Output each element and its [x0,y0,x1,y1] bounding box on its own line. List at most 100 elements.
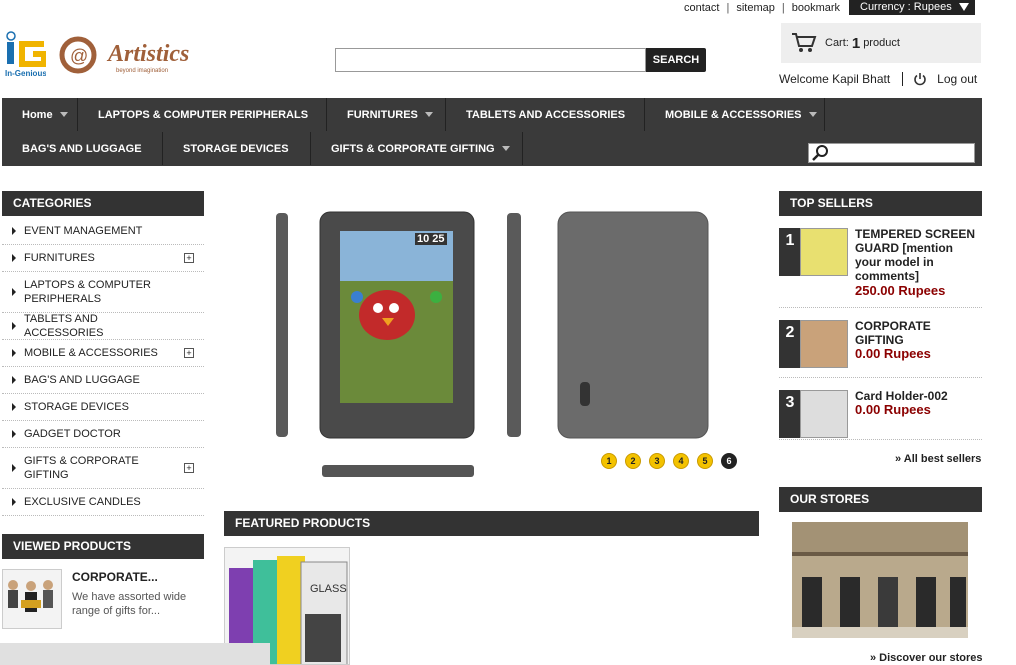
rank-badge: 2 [779,320,801,368]
bullet-arrow-icon [12,322,16,330]
store-photo[interactable] [792,522,968,638]
category-label: LAPTOPS & COMPUTER PERIPHERALS [24,279,151,305]
category-item[interactable]: BAG'S AND LUGGAGE [2,367,204,394]
nav-label: LAPTOPS & COMPUTER PERIPHERALS [98,108,309,121]
expand-icon[interactable]: + [184,348,194,358]
viewed-product-thumbnail[interactable] [2,569,62,629]
top-seller-item[interactable]: 2 CORPORATE GIFTING 0.00 Rupees [779,318,982,378]
welcome-text: Welcome Kapil Bhatt [779,72,891,86]
viewed-product-name[interactable]: CORPORATE... [72,570,158,584]
contact-link[interactable]: contact [684,2,719,14]
nav-label: TABLETS AND ACCESSORIES [466,108,626,121]
bullet-arrow-icon [12,498,16,506]
nav-gifts[interactable]: GIFTS & CORPORATE GIFTING [311,132,523,165]
category-item[interactable]: GIFTS & CORPORATE GIFTING + [2,448,204,489]
currency-selector[interactable]: Currency : Rupees [849,0,975,15]
category-item[interactable]: GADGET DOCTOR [2,421,204,448]
nav-laptops[interactable]: LAPTOPS & COMPUTER PERIPHERALS [78,98,327,131]
nav-storage[interactable]: STORAGE DEVICES [163,132,311,165]
top-seller-price: 250.00 Rupees [855,283,946,298]
bullet-arrow-icon [12,227,16,235]
category-item[interactable]: MOBILE & ACCESSORIES + [2,340,204,367]
bullet-arrow-icon [12,376,16,384]
top-seller-item[interactable]: 1 TEMPERED SCREEN GUARD [mention your mod… [779,226,982,308]
cart-label: Cart: [825,37,849,49]
artistics-logo[interactable]: @ Artistics beyond imagination [58,35,210,77]
search-input[interactable] [335,48,646,72]
nav-furnitures[interactable]: FURNITURES [327,98,446,131]
nav-home[interactable]: Home [2,98,78,131]
category-item[interactable]: TABLETS AND ACCESSORIES [2,313,204,340]
chevron-down-icon [59,112,68,117]
slider-page-dot[interactable]: 4 [673,453,689,469]
chevron-down-icon [501,146,510,151]
rank-badge: 1 [779,228,801,276]
top-seller-name[interactable]: TEMPERED SCREEN GUARD [mention your mode… [855,227,981,283]
slider-page-dot[interactable]: 2 [625,453,641,469]
top-seller-thumbnail[interactable] [800,228,848,276]
bullet-arrow-icon [12,349,16,357]
nav-label: MOBILE & ACCESSORIES [665,108,802,121]
category-label: EVENT MANAGEMENT [24,225,143,237]
bookmark-link[interactable]: bookmark [792,2,840,14]
logout-link[interactable]: Log out [937,72,977,86]
top-seller-price: 0.00 Rupees [855,402,931,417]
featured-products-heading: FEATURED PRODUCTS [224,511,759,536]
slider-clock: 10 25 [415,233,447,245]
viewed-products-heading: VIEWED PRODUCTS [2,534,204,559]
category-item[interactable]: EVENT MANAGEMENT [2,218,204,245]
svg-text:@: @ [70,46,88,66]
slider-page-dot[interactable]: 6 [721,453,737,469]
category-label: STORAGE DEVICES [24,401,129,413]
top-seller-name[interactable]: Card Holder-002 [855,389,981,403]
ingenious-logo[interactable]: In-Genious [4,30,47,80]
slider-page-dot[interactable]: 1 [601,453,617,469]
sitemap-link[interactable]: sitemap [736,2,775,14]
svg-text:In-Genious: In-Genious [5,69,46,78]
currency-label: Currency : Rupees [860,1,952,13]
status-bar [0,643,270,665]
nav-label: BAG'S AND LUGGAGE [22,142,142,155]
category-label: GADGET DOCTOR [24,428,121,440]
rank-badge: 3 [779,390,801,438]
nav-label: Home [22,108,53,121]
top-seller-thumbnail[interactable] [800,320,848,368]
cart-summary[interactable]: Cart: 1 product [781,23,981,63]
nav-search-field[interactable] [808,143,975,163]
viewed-product-desc: We have assorted wide range of gifts for… [72,591,187,617]
svg-text:Artistics: Artistics [106,41,189,67]
nav-label: FURNITURES [347,108,418,121]
nav-tablets[interactable]: TABLETS AND ACCESSORIES [446,98,645,131]
expand-icon[interactable]: + [184,253,194,263]
power-icon[interactable] [913,72,927,86]
bullet-arrow-icon [12,430,16,438]
top-sellers-heading: TOP SELLERS [779,191,982,216]
expand-icon[interactable]: + [184,463,194,473]
category-item[interactable]: EXCLUSIVE CANDLES [2,489,204,516]
cart-unit: product [863,37,900,49]
nav-label: GIFTS & CORPORATE GIFTING [331,142,495,155]
search-button[interactable]: SEARCH [646,48,706,72]
discover-stores-link[interactable]: » Discover our stores [870,652,983,664]
our-stores-heading: OUR STORES [779,487,982,512]
top-seller-price: 0.00 Rupees [855,346,931,361]
category-item[interactable]: FURNITURES + [2,245,204,272]
bullet-arrow-icon [12,288,16,296]
category-item[interactable]: LAPTOPS & COMPUTER PERIPHERALS [2,272,204,313]
product-image-slider[interactable]: 10 25 [262,200,752,490]
bullet-arrow-icon [12,464,16,472]
top-seller-item[interactable]: 3 Card Holder-002 0.00 Rupees [779,388,982,440]
slider-page-dot[interactable]: 5 [697,453,713,469]
magnifier-icon[interactable] [811,144,831,162]
top-seller-name[interactable]: CORPORATE GIFTING [855,319,981,347]
all-best-sellers-link[interactable]: » All best sellers [895,453,981,465]
top-seller-thumbnail[interactable] [800,390,848,438]
bullet-arrow-icon [12,403,16,411]
category-label: EXCLUSIVE CANDLES [24,496,141,508]
slider-page-dot[interactable]: 3 [649,453,665,469]
chevron-down-icon [959,3,969,11]
category-item[interactable]: STORAGE DEVICES [2,394,204,421]
nav-bags[interactable]: BAG'S AND LUGGAGE [2,132,163,165]
svg-text:beyond imagination: beyond imagination [116,68,168,74]
nav-mobile[interactable]: MOBILE & ACCESSORIES [645,98,825,131]
